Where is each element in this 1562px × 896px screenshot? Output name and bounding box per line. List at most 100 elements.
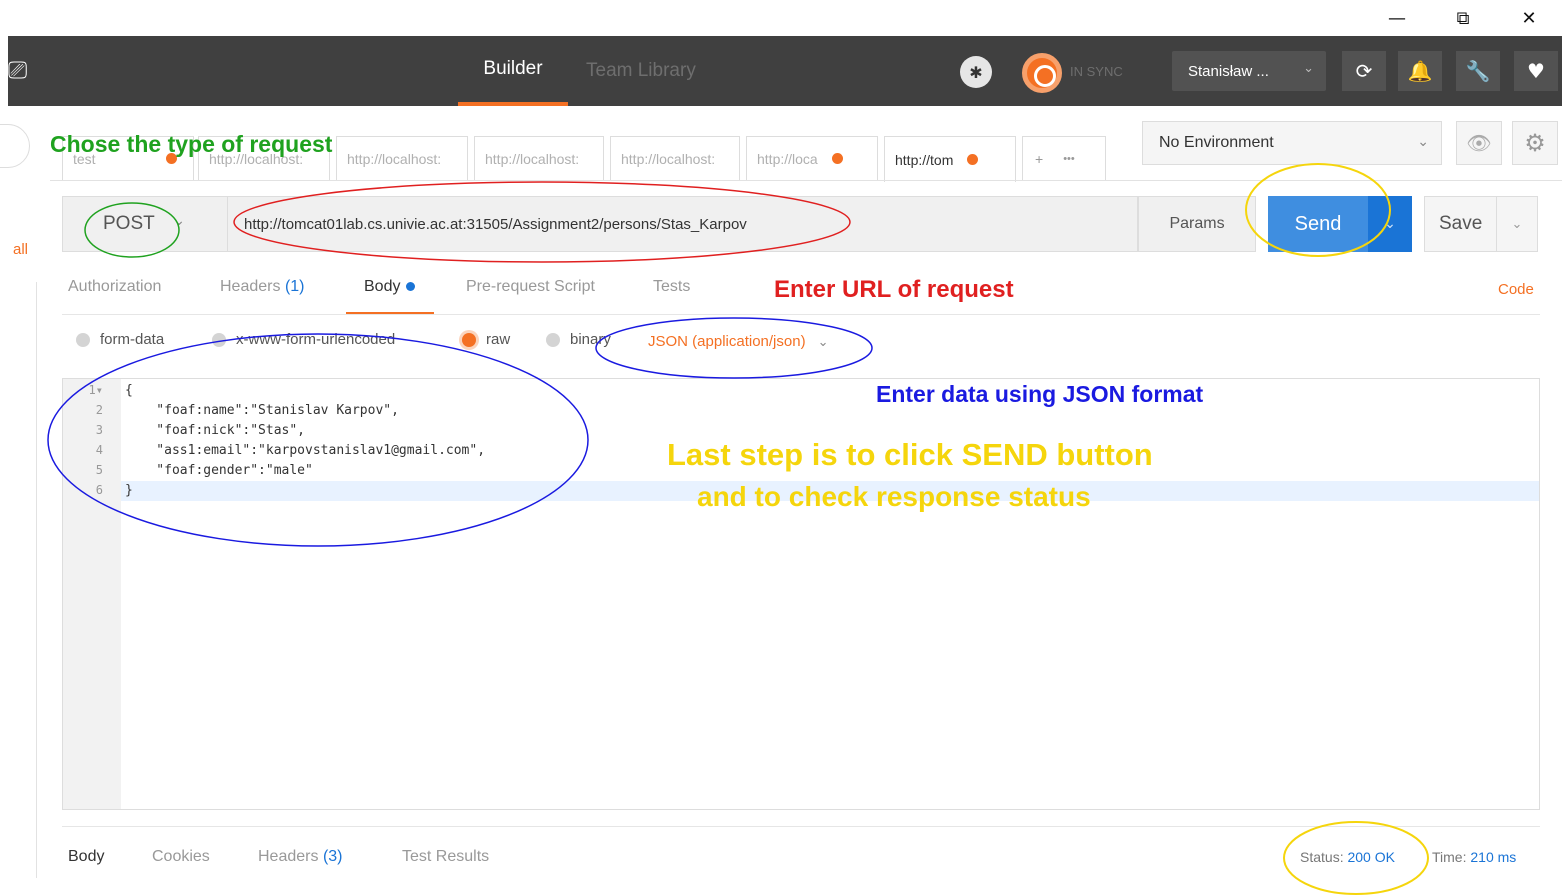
line-number: 3 [95,423,103,437]
heart-icon[interactable]: ♥ [1514,51,1558,91]
annotation-enter-url: Enter URL of request [774,276,1014,303]
code-line: { [125,383,133,398]
tab-label: http://localhost: [347,150,442,167]
chevron-down-icon: ⌄ [1303,61,1314,76]
request-tab[interactable]: http://localhost: [474,136,604,180]
line-number: 5 [95,463,103,477]
save-options-chevron-icon[interactable]: ⌄ [1496,196,1538,252]
radio-label: binary [570,331,611,348]
interceptor-icon[interactable]: ✱ [960,56,992,88]
response-headers-label: Headers [258,848,319,865]
tab-body-label: Body [364,278,401,295]
subtabs-divider [62,314,1540,315]
annotation-enter-json: Enter data using JSON format [876,381,1204,407]
unsaved-dot-icon [831,153,843,164]
line-number: 4 [95,443,103,457]
add-tab-button[interactable]: + [1035,151,1043,167]
response-time: Time: 210 ms [1432,849,1516,865]
send-options-chevron-icon[interactable]: ⌄ [1368,196,1412,252]
radio-label: raw [486,331,511,348]
line-number: 1▾ [88,383,103,397]
tab-body[interactable]: Body [364,278,416,296]
sidebar-divider [36,282,37,878]
tab-label: http://localhost: [485,150,580,167]
environment-value: No Environment [1159,134,1274,151]
tab-headers-label: Headers [220,278,281,295]
code-line: "ass1:email":"karpovstanislav1@gmail.com… [125,443,486,458]
response-tab-body[interactable]: Body [68,848,104,866]
minimize-button[interactable]: — [1364,0,1430,36]
headers-count: (1) [284,278,305,295]
gear-icon[interactable]: ⚙ [1512,121,1558,165]
params-button[interactable]: Params [1138,196,1256,252]
radio-circle-icon [462,332,476,347]
tab-label: http://loca [757,150,818,167]
code-line: "foaf:name":"Stanislav Karpov", [125,403,399,418]
nav-builder[interactable]: Builder [458,36,568,106]
bell-icon[interactable]: 🔔 [1398,51,1442,91]
tab-label: http://tom [895,151,954,168]
url-input[interactable]: http://tomcat01lab.cs.univie.ac.at:31505… [228,196,1138,252]
response-tab-test-results[interactable]: Test Results [402,848,489,866]
chevron-down-icon: ⌄ [173,213,185,229]
response-divider [62,826,1540,827]
radio-label: x-www-form-urlencoded [236,331,396,348]
response-status: Status: 200 OK [1300,849,1395,865]
sync-icon[interactable] [1022,53,1062,93]
more-tabs-button[interactable]: ••• [1063,153,1075,165]
nav-team-library[interactable]: Team Library [586,36,696,106]
sidebar-all-link[interactable]: all [13,241,28,258]
restore-button[interactable]: ⧉ [1430,0,1496,36]
response-tab-cookies[interactable]: Cookies [152,848,210,866]
request-tab[interactable]: http://localhost: [336,136,468,180]
close-button[interactable]: ✕ [1496,0,1562,36]
radio-circle-icon [76,332,90,347]
code-line: "foaf:gender":"male" [125,463,313,478]
status-label: Status: [1300,849,1344,865]
body-indicator-dot-icon [406,282,416,292]
top-bar: ⎚ Builder Team Library ✱ IN SYNC Stanisł… [8,36,1562,106]
tab-pre-request-script[interactable]: Pre-request Script [466,278,595,296]
response-tab-headers[interactable]: Headers (3) [258,848,343,866]
tab-authorization[interactable]: Authorization [68,278,161,296]
url-value: http://tomcat01lab.cs.univie.ac.at:31505… [244,215,747,233]
tab-actions: + ••• [1022,136,1106,180]
time-value: 210 ms [1470,849,1517,865]
method-select[interactable]: POST ⌄ [62,196,228,252]
code-line: "foaf:nick":"Stas", [125,423,306,438]
radio-raw[interactable]: raw [462,331,510,348]
user-name: Stanisław ... [1188,62,1269,80]
request-tab-active[interactable]: http://tom [884,136,1016,182]
refresh-icon[interactable]: ⟳ [1342,51,1386,91]
method-value: POST [103,213,155,234]
radio-form-data[interactable]: form-data [76,331,164,348]
eye-icon[interactable]: 👁 [1456,121,1502,165]
status-value: 200 OK [1347,849,1395,865]
tab-headers[interactable]: Headers (1) [220,278,305,296]
radio-binary[interactable]: binary [546,331,611,348]
user-dropdown[interactable]: Stanisław ... ⌄ [1172,51,1326,91]
wrench-icon[interactable]: 🔧 [1456,51,1500,91]
tabs-divider [50,180,1140,181]
new-window-icon[interactable]: ⎚ [8,56,38,86]
request-tab[interactable]: http://loca [746,136,878,180]
annotation-last-step-2: and to check response status [697,481,1091,512]
tab-tests[interactable]: Tests [653,278,690,296]
radio-circle-icon [212,332,226,347]
chevron-down-icon: ⌄ [817,335,829,350]
sidebar-search[interactable] [0,124,30,168]
format-select[interactable]: JSON (application/json) ⌄ [648,333,828,350]
send-button[interactable]: Send [1268,196,1368,252]
request-tab[interactable]: http://localhost: [610,136,740,180]
radio-urlencoded[interactable]: x-www-form-urlencoded [212,331,395,348]
format-value: JSON (application/json) [648,333,806,350]
response-headers-count: (3) [322,848,343,865]
code-link[interactable]: Code [1498,281,1534,298]
tab-label: http://localhost: [621,150,716,167]
annotation-last-step-1: Last step is to click SEND button [667,437,1153,472]
chevron-down-icon: ⌄ [1417,134,1429,150]
env-divider [1130,180,1562,181]
window-controls: — ⧉ ✕ [1362,0,1562,36]
environment-select[interactable]: No Environment ⌄ [1142,121,1442,165]
code-line: } [125,483,133,498]
